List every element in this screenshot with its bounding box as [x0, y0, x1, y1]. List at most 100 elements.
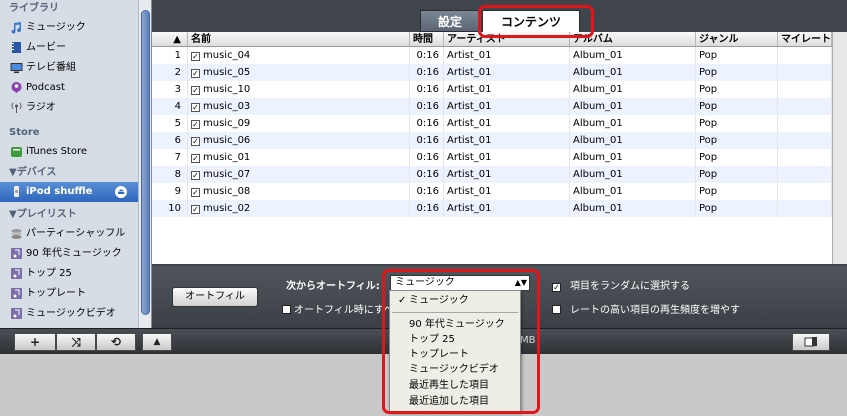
menu-item-top-25[interactable]: トップ 25 — [390, 332, 520, 347]
column-header-time[interactable]: 時間 — [410, 32, 444, 46]
shuffle-button[interactable]: ⤨ — [56, 333, 96, 351]
menu-item-recently-added[interactable]: 最近追加した項目 — [390, 394, 520, 409]
sidebar-item-label: ミュージック — [26, 22, 86, 33]
cell-text: 0:16 — [416, 135, 439, 146]
song-enabled-checkbox[interactable]: ✓ — [191, 205, 200, 214]
menu-item-music[interactable]: ✓ ミュージック — [390, 293, 520, 308]
vertical-scrollbar[interactable] — [832, 32, 847, 264]
sort-indicator[interactable]: ▲ — [152, 32, 188, 46]
eject-icon[interactable]: ⏏ — [115, 186, 127, 198]
song-enabled-checkbox[interactable]: ✓ — [191, 69, 200, 78]
cell-album: Album_01 — [570, 183, 696, 200]
cell-text: music_10 — [203, 84, 251, 95]
song-enabled-checkbox[interactable]: ✓ — [191, 137, 200, 146]
cell-album: Album_01 — [570, 47, 696, 64]
sidebar-item-ipod-shuffle[interactable]: iPod shuffle ⏏ — [0, 182, 151, 202]
sidebar-item-itunes-store[interactable]: iTunes Store — [0, 142, 151, 162]
cell-time: 0:16 — [410, 200, 444, 217]
cell-text: Pop — [699, 135, 718, 146]
cell-text: music_09 — [203, 118, 251, 129]
add-playlist-button[interactable]: + — [14, 333, 56, 351]
table-row[interactable]: 9 ✓ music_08 0:16 Artist_01 Album_01 Pop — [152, 183, 832, 200]
table-row[interactable]: 10 ✓ music_02 0:16 Artist_01 Album_01 Pop — [152, 200, 832, 217]
song-enabled-checkbox[interactable]: ✓ — [191, 120, 200, 129]
column-header-album[interactable]: アルバム — [570, 32, 696, 46]
song-enabled-checkbox[interactable]: ✓ — [191, 171, 200, 180]
column-header-rating[interactable]: マイレート — [778, 32, 832, 46]
artwork-button[interactable]: ▲ — [142, 333, 172, 351]
sidebar-item-radio[interactable]: ラジオ — [0, 98, 151, 118]
sidebar-item-music-video[interactable]: ミュージックビデオ — [0, 304, 151, 324]
menu-item-music-video[interactable]: ミュージックビデオ — [390, 362, 520, 377]
table-row[interactable]: 5 ✓ music_09 0:16 Artist_01 Album_01 Pop — [152, 115, 832, 132]
sidebar-item-label: iTunes Store — [26, 146, 88, 157]
library-header: ライブラリ — [9, 3, 59, 14]
random-select-checkbox[interactable]: ✓ — [552, 283, 561, 292]
cell-text: 8 — [174, 169, 181, 180]
cell-album: Album_01 — [570, 64, 696, 81]
song-enabled-checkbox[interactable]: ✓ — [191, 154, 200, 163]
tab-settings[interactable]: 設定 — [420, 10, 480, 32]
tv-icon — [10, 63, 23, 73]
cell-time: 0:16 — [410, 183, 444, 200]
cell-text: music_03 — [203, 101, 251, 112]
prefer-rated-option[interactable]: レートの高い項目の再生頻度を増やす — [552, 301, 740, 316]
sidebar-scroll-thumb[interactable] — [141, 10, 150, 315]
sidebar-item-tv[interactable]: テレビ番組 — [0, 58, 151, 78]
cell-num: 5 — [152, 115, 188, 132]
replace-all-checkbox[interactable] — [282, 305, 291, 314]
table-row[interactable]: 1 ✓ music_04 0:16 Artist_01 Album_01 Pop — [152, 47, 832, 64]
cell-name: ✓ music_07 — [188, 166, 410, 183]
column-header-name[interactable]: 名前 — [188, 32, 410, 46]
replace-all-option[interactable]: オートフィル時にすべ — [282, 301, 393, 316]
sidebar-item-music[interactable]: ミュージック — [0, 18, 151, 38]
table-row[interactable]: 7 ✓ music_01 0:16 Artist_01 Album_01 Pop — [152, 149, 832, 166]
sidebar-item-label: トップレート — [26, 288, 86, 299]
cell-text: Album_01 — [573, 152, 623, 163]
sidebar-item-top-rated[interactable]: トップレート — [0, 284, 151, 304]
cell-name: ✓ music_02 — [188, 200, 410, 217]
tab-contents[interactable]: コンテンツ — [482, 10, 580, 32]
device-display-button[interactable] — [792, 333, 830, 351]
menu-item-90s-music[interactable]: 90 年代ミュージック — [390, 317, 520, 332]
ipod-display-icon — [804, 337, 817, 347]
table-row[interactable]: 3 ✓ music_10 0:16 Artist_01 Album_01 Pop — [152, 81, 832, 98]
cell-genre: Pop — [696, 81, 778, 98]
cell-text: Album_01 — [573, 67, 623, 78]
menu-item-top-rated[interactable]: トップレート — [390, 347, 520, 362]
sidebar-item-top-25[interactable]: トップ 25 — [0, 264, 151, 284]
cell-text: 7 — [174, 152, 181, 163]
autofill-source-select[interactable]: ミュージック ▲▼ — [390, 275, 530, 291]
autofill-button[interactable]: オートフィル — [172, 287, 258, 307]
table-row[interactable]: 4 ✓ music_03 0:16 Artist_01 Album_01 Pop — [152, 98, 832, 115]
repeat-button[interactable]: ⟲ — [96, 333, 136, 351]
sidebar-scrollbar[interactable] — [138, 0, 151, 328]
cell-text: Artist_01 — [447, 84, 492, 95]
table-row[interactable]: 6 ✓ music_06 0:16 Artist_01 Album_01 Pop — [152, 132, 832, 149]
menu-item-recently-played[interactable]: 最近再生した項目 — [390, 378, 520, 393]
song-enabled-checkbox[interactable]: ✓ — [191, 103, 200, 112]
song-enabled-checkbox[interactable]: ✓ — [191, 188, 200, 197]
smart-playlist-icon — [11, 248, 22, 259]
cell-num: 9 — [152, 183, 188, 200]
random-select-option[interactable]: ✓ 項目をランダムに選択する — [552, 277, 690, 292]
cell-name: ✓ music_08 — [188, 183, 410, 200]
sidebar-item-label: テレビ番組 — [26, 62, 76, 73]
sidebar-item-movies[interactable]: ムービー — [0, 38, 151, 58]
sidebar-item-party-shuffle[interactable]: パーティーシャッフル — [0, 224, 151, 244]
column-header-genre[interactable]: ジャンル — [696, 32, 778, 46]
song-enabled-checkbox[interactable]: ✓ — [191, 86, 200, 95]
sidebar-item-label: パーティーシャッフル — [26, 228, 126, 239]
main-panel: 設定 コンテンツ ▲ 名前 時間 アーティスト アルバム ジャンル マイレート … — [152, 0, 847, 328]
prefer-rated-checkbox[interactable] — [552, 305, 561, 314]
playlists-header: ▼プレイリスト — [9, 209, 77, 220]
sidebar-item-podcast[interactable]: Podcast — [0, 78, 151, 98]
sidebar-item-90s-music[interactable]: 90 年代ミュージック — [0, 244, 151, 264]
cell-num: 3 — [152, 81, 188, 98]
song-enabled-checkbox[interactable]: ✓ — [191, 52, 200, 61]
cell-text: Album_01 — [573, 203, 623, 214]
table-row[interactable]: 8 ✓ music_07 0:16 Artist_01 Album_01 Pop — [152, 166, 832, 183]
column-header-artist[interactable]: アーティスト — [444, 32, 570, 46]
table-row[interactable]: 2 ✓ music_05 0:16 Artist_01 Album_01 Pop — [152, 64, 832, 81]
smart-playlist-icon — [11, 308, 22, 319]
